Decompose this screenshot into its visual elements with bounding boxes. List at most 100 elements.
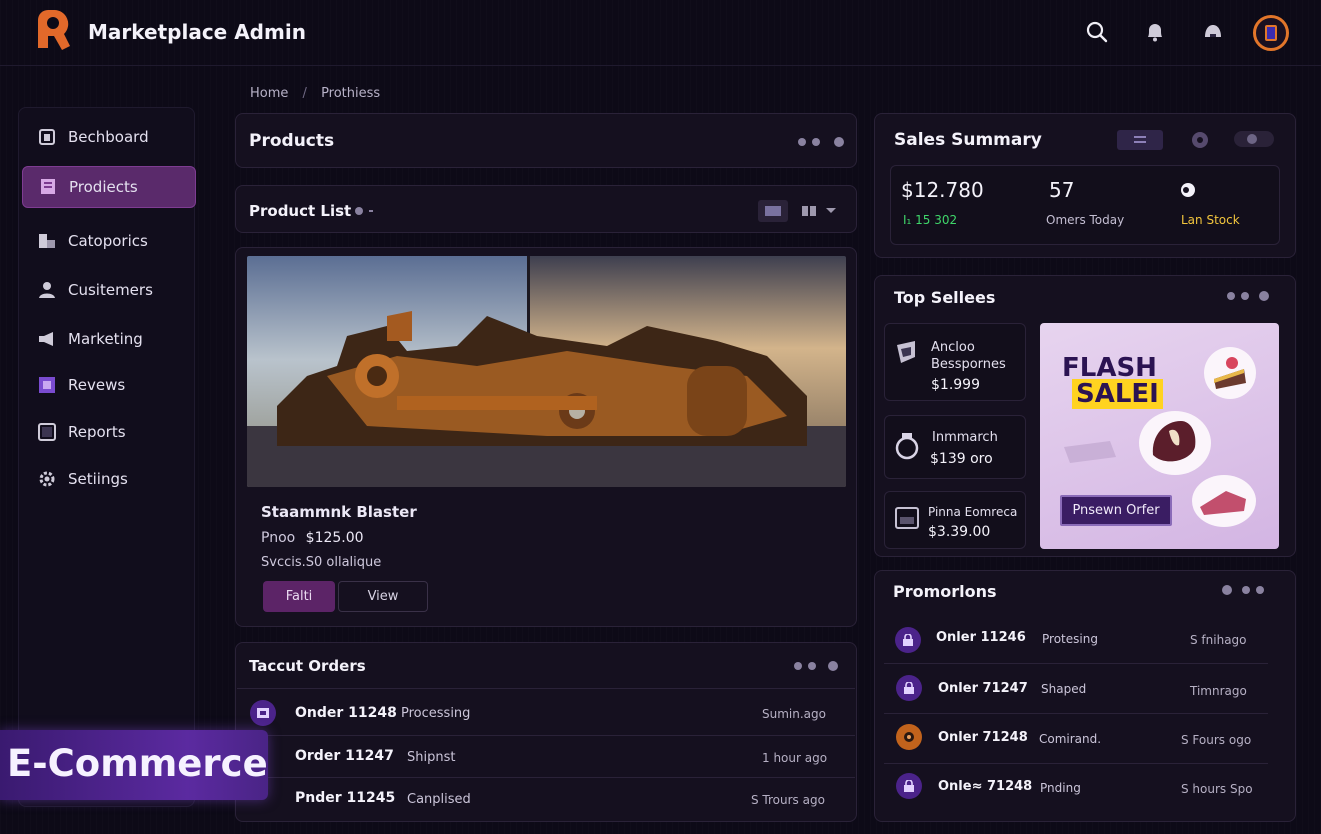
sidebar-item-label: Reports bbox=[68, 423, 126, 441]
breadcrumb-home[interactable]: Home bbox=[250, 86, 288, 101]
dot bbox=[1256, 586, 1264, 594]
app-title: Marketplace Admin bbox=[88, 20, 306, 44]
view-button[interactable]: View bbox=[338, 581, 428, 612]
product-name: Staammnk Blaster bbox=[261, 503, 417, 521]
divider bbox=[237, 688, 855, 689]
order-status: Processing bbox=[401, 706, 471, 721]
sidebar-item-label: Setiings bbox=[68, 470, 128, 488]
ring-icon bbox=[895, 433, 919, 460]
sales-summary-title: Sales Summary bbox=[894, 130, 1042, 150]
promo-ribbon-icon bbox=[1064, 441, 1116, 463]
divider bbox=[884, 713, 1268, 714]
order-time: 1 hour ago bbox=[762, 751, 828, 765]
cake-icon bbox=[1204, 347, 1256, 399]
product-list-indicator bbox=[355, 207, 373, 215]
product-image[interactable] bbox=[247, 256, 846, 487]
lock-icon bbox=[904, 780, 914, 792]
order-icon bbox=[896, 773, 922, 799]
bell-icon[interactable] bbox=[1143, 20, 1167, 44]
category-banner: E-Commerce bbox=[0, 730, 268, 800]
reviews-icon bbox=[39, 377, 55, 393]
chat-icon[interactable] bbox=[1201, 20, 1225, 44]
sidebar-item-products[interactable]: Prodiects bbox=[22, 166, 196, 208]
seller-name: Ancloo Besspornes bbox=[931, 340, 1006, 372]
sidebar-item-label: Revews bbox=[68, 376, 126, 394]
order-id: Order 11247 bbox=[295, 748, 394, 764]
orders-label: Omers Today bbox=[1046, 213, 1125, 227]
products-icon bbox=[41, 179, 55, 194]
categories-icon bbox=[39, 234, 55, 248]
dot bbox=[1227, 292, 1235, 300]
dot bbox=[808, 662, 816, 670]
search-icon[interactable] bbox=[1085, 20, 1109, 44]
divider bbox=[884, 763, 1268, 764]
product-price-row: Pnoo $125.00 bbox=[261, 530, 364, 546]
sidebar-item-reports[interactable]: Reports bbox=[22, 411, 196, 453]
order-icon bbox=[895, 627, 921, 653]
breadcrumb-separator: / bbox=[302, 86, 307, 101]
sidebar-item-marketing[interactable]: Marketing bbox=[22, 318, 196, 360]
sidebar-item-dashboard[interactable]: Bechboard bbox=[22, 116, 196, 158]
promo-time: S fnihago bbox=[1190, 633, 1247, 647]
seller-name: Inmmarch bbox=[932, 430, 998, 445]
top-sellers-menu-button[interactable] bbox=[1227, 291, 1269, 301]
revenue-value: $12.780 bbox=[901, 178, 984, 202]
orders-value: 57 bbox=[1049, 178, 1075, 202]
logo-icon[interactable] bbox=[32, 10, 72, 50]
banner-label: E-Commerce bbox=[7, 742, 268, 785]
more-toggle-icon[interactable] bbox=[1234, 130, 1274, 148]
sidebar-item-reviews[interactable]: Revews bbox=[22, 364, 196, 406]
seller-name: Pinna Eomreca bbox=[928, 505, 1018, 519]
reports-icon bbox=[38, 423, 56, 441]
divider bbox=[237, 735, 855, 736]
dot bbox=[1259, 291, 1269, 301]
dot bbox=[828, 661, 838, 671]
avatar-glyph bbox=[1265, 25, 1277, 41]
sidebar bbox=[18, 107, 195, 807]
list-view-dropdown-icon[interactable] bbox=[800, 204, 840, 218]
promo-status: Protesing bbox=[1042, 632, 1098, 646]
user-avatar[interactable] bbox=[1253, 15, 1289, 51]
sidebar-item-settings[interactable]: Setiings bbox=[22, 458, 196, 500]
order-id: Pnder 11245 bbox=[295, 790, 396, 806]
revenue-delta: I₁ 15 302 bbox=[903, 213, 958, 227]
megaphone-icon bbox=[39, 332, 53, 346]
sidebar-item-label: Marketing bbox=[68, 330, 143, 348]
promo-time: S Fours ogo bbox=[1181, 733, 1252, 747]
promo-order-id: Onler 11246 bbox=[936, 630, 1026, 645]
sidebar-item-categories[interactable]: Catoporics bbox=[22, 220, 196, 262]
sidebar-item-label: Prodiects bbox=[69, 178, 138, 196]
order-time: Sumin.ago bbox=[762, 707, 826, 721]
promo-status: Pnding bbox=[1040, 781, 1081, 795]
coin-icon bbox=[904, 732, 914, 742]
edit-button[interactable]: Falti bbox=[263, 581, 335, 612]
product-list-title: Product List bbox=[249, 202, 352, 220]
orders-title: Taccut Orders bbox=[249, 657, 366, 675]
promo-order-id: Onler 71248 bbox=[938, 730, 1028, 745]
list-toggle-icon[interactable] bbox=[1117, 130, 1163, 150]
seller-price: $139 oro bbox=[930, 451, 993, 467]
chart-toggle-icon[interactable] bbox=[1188, 131, 1212, 149]
flash-sale-card[interactable]: FLASH SALEI Pnsewn Orfer bbox=[1040, 323, 1279, 549]
sidebar-item-customers[interactable]: Cusitemers bbox=[22, 269, 196, 311]
sidebar-item-label: Catoporics bbox=[68, 232, 148, 250]
lock-icon bbox=[903, 634, 913, 646]
dot bbox=[355, 207, 363, 215]
promotions-menu-button[interactable] bbox=[1222, 585, 1264, 595]
process-order-button[interactable]: Pnsewn Orfer bbox=[1060, 495, 1172, 526]
divider bbox=[884, 663, 1268, 664]
dot bbox=[798, 138, 806, 146]
top-sellers-title: Top Sellees bbox=[894, 288, 996, 307]
shoe-icon bbox=[1192, 475, 1256, 527]
sidebar-item-label: Cusitemers bbox=[68, 281, 153, 299]
dot bbox=[812, 138, 820, 146]
products-menu-button[interactable] bbox=[798, 137, 844, 147]
grid-view-icon[interactable] bbox=[758, 200, 788, 222]
lock-icon bbox=[904, 682, 914, 694]
orders-menu-button[interactable] bbox=[794, 661, 838, 671]
divider bbox=[237, 777, 855, 778]
metrics-box bbox=[890, 165, 1280, 245]
promotions-title: Promorlons bbox=[893, 582, 997, 601]
dessert-icon bbox=[1139, 411, 1211, 475]
flash-sale-label: SALEI bbox=[1072, 379, 1163, 409]
